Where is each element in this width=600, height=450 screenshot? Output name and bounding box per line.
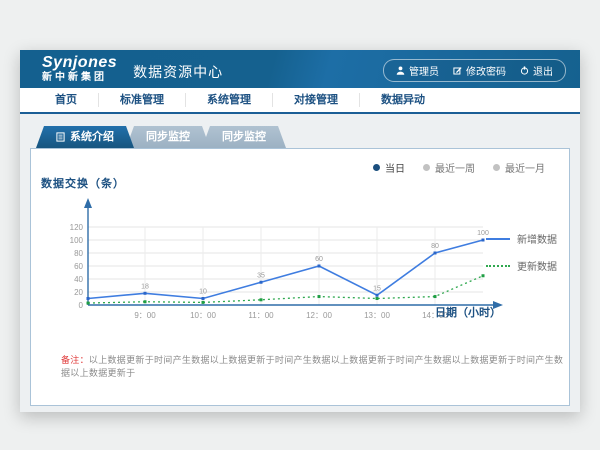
legend-label: 更新数据: [517, 258, 557, 273]
svg-text:120: 120: [70, 223, 84, 232]
svg-text:80: 80: [74, 249, 83, 258]
user-toolbar-item-0[interactable]: 管理员: [396, 63, 439, 78]
range-option-label: 最近一周: [435, 160, 475, 175]
svg-text:0: 0: [79, 301, 84, 310]
y-axis-title: 数据交换（条）: [41, 175, 125, 191]
range-filter: 当日 最近一周 最近一月: [373, 160, 545, 175]
nav-item-1[interactable]: 标准管理: [99, 93, 186, 107]
range-option-2[interactable]: 最近一月: [493, 160, 545, 175]
tab-0[interactable]: 系统介绍: [36, 126, 134, 148]
range-option-label: 当日: [385, 160, 405, 175]
footnote: 备注：以上数据更新于时间产生数据以上数据更新于时间产生数据以上数据更新于时间产生…: [61, 353, 569, 379]
nav-item-3[interactable]: 对接管理: [273, 93, 360, 107]
svg-text:12：00: 12：00: [306, 311, 332, 320]
tab-label: 同步监控: [146, 126, 190, 148]
tab-bar: 系统介绍 同步监控 同步监控: [36, 126, 580, 148]
radio-icon: [373, 164, 380, 171]
svg-text:20: 20: [74, 288, 83, 297]
user-toolbar-label: 退出: [533, 63, 553, 78]
tab-label: 系统介绍: [70, 126, 114, 148]
brand-logo-subtext: 新中新集团: [42, 73, 117, 83]
legend-line-sample: [486, 265, 510, 267]
app-window: Synjones 新中新集团 数据资源中心 管理员修改密码退出 首页标准管理系统…: [20, 50, 580, 412]
svg-text:60: 60: [315, 256, 323, 263]
logout-icon: [520, 66, 529, 75]
main-nav: 首页标准管理系统管理对接管理数据异动: [20, 88, 580, 114]
legend-item-0: 新增数据: [486, 231, 557, 246]
nav-item-0[interactable]: 首页: [34, 93, 99, 107]
radio-icon: [493, 164, 500, 171]
svg-text:18: 18: [141, 283, 149, 290]
svg-text:10：00: 10：00: [190, 311, 216, 320]
svg-text:100: 100: [70, 236, 84, 245]
footnote-prefix: 备注：: [61, 355, 89, 365]
chart-panel: 当日 最近一周 最近一月 数据交换（条） 0 20 40 60 80 100 120 9：00 10…: [30, 148, 570, 406]
tab-2[interactable]: 同步监控: [202, 126, 286, 148]
user-toolbar-label: 修改密码: [466, 63, 506, 78]
nav-item-2[interactable]: 系统管理: [186, 93, 273, 107]
svg-text:13：00: 13：00: [364, 311, 390, 320]
svg-text:11：00: 11：00: [248, 311, 274, 320]
footnote-text: 以上数据更新于时间产生数据以上数据更新于时间产生数据以上数据更新于时间产生数据以…: [61, 355, 563, 378]
legend-line-sample: [486, 238, 510, 240]
user-toolbar: 管理员 修改密码 退出: [383, 59, 566, 82]
chart-legend: 新增数据更新数据: [486, 231, 557, 273]
range-option-0[interactable]: 当日: [373, 160, 405, 175]
tab-1[interactable]: 同步监控: [126, 126, 210, 148]
svg-text:15: 15: [373, 285, 381, 292]
svg-text:35: 35: [257, 272, 265, 279]
nav-item-4[interactable]: 数据异动: [360, 93, 446, 107]
svg-text:60: 60: [74, 262, 83, 271]
x-axis-title: 日期（小时）: [435, 304, 501, 320]
legend-label: 新增数据: [517, 231, 557, 246]
doc-icon: [56, 132, 65, 142]
user-toolbar-label: 管理员: [409, 63, 439, 78]
svg-text:80: 80: [431, 243, 439, 250]
svg-text:40: 40: [74, 275, 83, 284]
brand-logo-text: Synjones: [42, 55, 117, 71]
svg-text:9：00: 9：00: [134, 311, 156, 320]
edit-icon: [453, 66, 462, 75]
content-area: 系统介绍 同步监控 同步监控 当日 最近一周 最近一月 数据交换（条） 0 20 40 60 8…: [20, 126, 580, 406]
range-option-1[interactable]: 最近一周: [423, 160, 475, 175]
header: Synjones 新中新集团 数据资源中心 管理员 修改密码 退出: [20, 50, 580, 88]
brand-logo: Synjones 新中新集团: [42, 55, 117, 83]
user-toolbar-item-2[interactable]: 退出: [520, 63, 553, 78]
tab-label: 同步监控: [222, 126, 266, 148]
radio-icon: [423, 164, 430, 171]
user-toolbar-item-1[interactable]: 修改密码: [453, 63, 506, 78]
app-title: 数据资源中心: [133, 62, 223, 82]
range-option-label: 最近一月: [505, 160, 545, 175]
svg-text:10: 10: [199, 289, 207, 296]
legend-item-1: 更新数据: [486, 258, 557, 273]
user-icon: [396, 66, 405, 75]
